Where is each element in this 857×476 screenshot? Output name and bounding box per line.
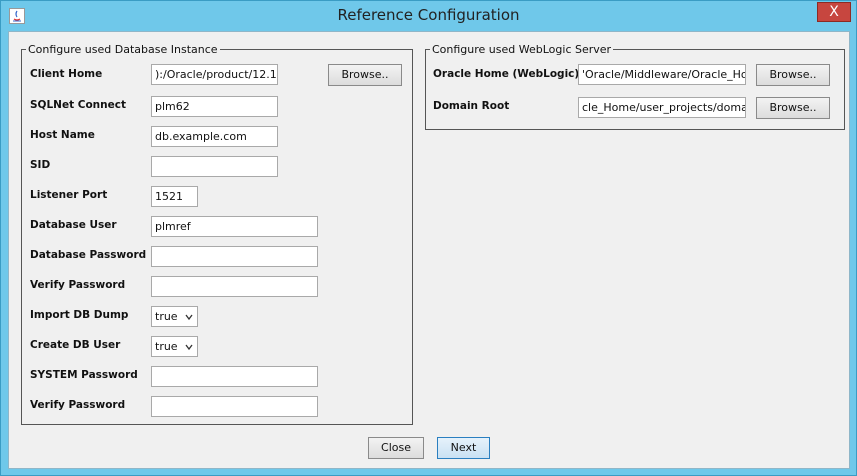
import-db-dump-value: true [155, 310, 178, 323]
close-window-button[interactable]: X [817, 2, 851, 22]
client-home-label: Client Home [30, 68, 103, 80]
import-db-dump-label: Import DB Dump [30, 309, 129, 321]
verify-password-label: Verify Password [30, 279, 126, 291]
listener-port-input[interactable]: 1521 [151, 186, 198, 207]
client-home-browse-button[interactable]: Browse.. [328, 64, 402, 86]
system-password-label: SYSTEM Password [30, 369, 138, 381]
oracle-home-input[interactable]: 'Oracle/Middleware/Oracle_Home [578, 64, 746, 85]
listener-port-label: Listener Port [30, 189, 108, 201]
next-button[interactable]: Next [437, 437, 490, 459]
sid-input[interactable] [151, 156, 278, 177]
oracle-home-browse-button[interactable]: Browse.. [756, 64, 830, 86]
database-instance-legend: Configure used Database Instance [28, 43, 218, 56]
create-db-user-select[interactable]: true [151, 336, 198, 357]
database-password-label: Database Password [30, 249, 147, 261]
database-user-label: Database User [30, 219, 117, 231]
system-password-input[interactable] [151, 366, 318, 387]
title-bar[interactable]: Reference Configuration X [1, 1, 856, 31]
verify-password-input[interactable] [151, 276, 318, 297]
verify-system-password-input[interactable] [151, 396, 318, 417]
host-name-label: Host Name [30, 129, 95, 141]
sqlnet-connect-input[interactable]: plm62 [151, 96, 278, 117]
close-icon: X [829, 4, 839, 20]
verify-system-password-label: Verify Password [30, 399, 126, 411]
close-button[interactable]: Close [368, 437, 424, 459]
database-password-input[interactable] [151, 246, 318, 267]
chevron-down-icon [185, 314, 193, 321]
reference-configuration-window: Reference Configuration X Configure used… [0, 0, 857, 476]
create-db-user-label: Create DB User [30, 339, 121, 351]
oracle-home-label: Oracle Home (WebLogic) [433, 68, 580, 80]
host-name-input[interactable]: db.example.com [151, 126, 278, 147]
window-title: Reference Configuration [337, 6, 520, 24]
chevron-down-icon [185, 344, 193, 351]
sqlnet-connect-label: SQLNet Connect [30, 99, 126, 111]
sid-label: SID [30, 159, 51, 171]
client-home-input[interactable]: ):/Oracle/product/12.1.0 [151, 64, 278, 85]
database-user-input[interactable]: plmref [151, 216, 318, 237]
create-db-user-value: true [155, 340, 178, 353]
domain-root-input[interactable]: cle_Home/user_projects/domains [578, 97, 746, 118]
weblogic-server-legend: Configure used WebLogic Server [432, 43, 612, 56]
dialog-content: Configure used Database Instance Client … [8, 31, 850, 469]
import-db-dump-select[interactable]: true [151, 306, 198, 327]
domain-root-browse-button[interactable]: Browse.. [756, 97, 830, 119]
domain-root-label: Domain Root [433, 100, 510, 112]
